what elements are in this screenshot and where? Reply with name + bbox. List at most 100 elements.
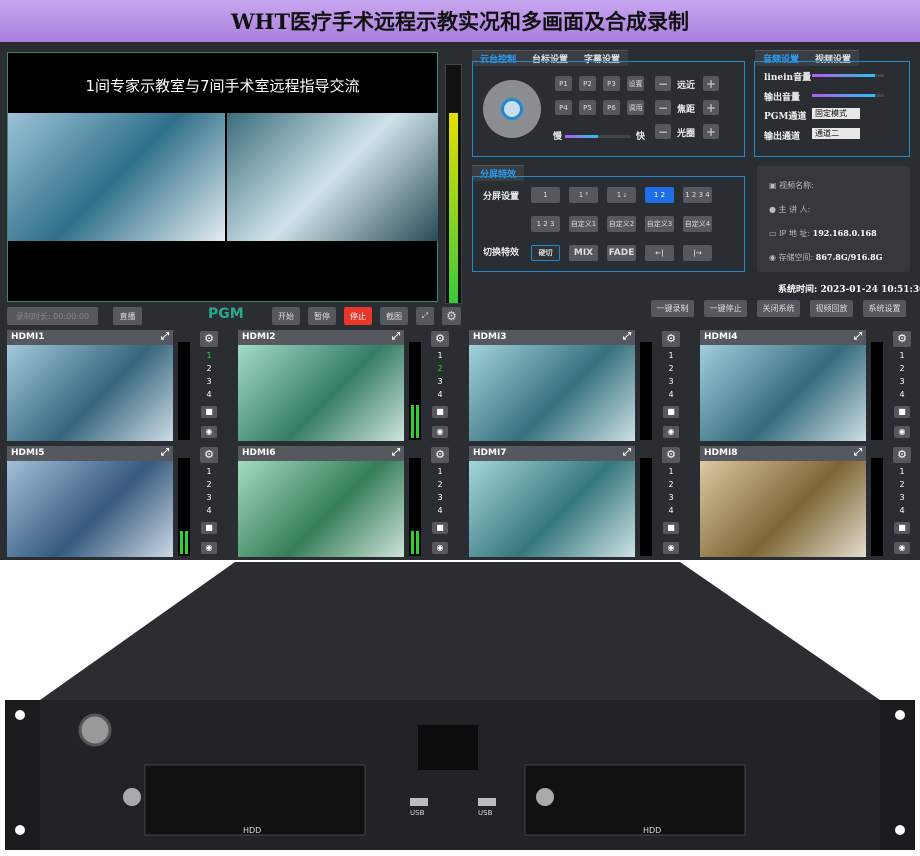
source-settings-gear-icon[interactable]: ⚙: [662, 331, 680, 347]
channel-2[interactable]: 2: [203, 480, 215, 489]
transition-button-5[interactable]: |→: [683, 245, 712, 261]
minus-icon[interactable]: −: [655, 100, 671, 115]
expand-icon[interactable]: ⤢: [854, 447, 862, 458]
speaker-icon[interactable]: ◉: [894, 426, 910, 438]
pause-button[interactable]: 暂停: [308, 307, 336, 325]
transition-button-3[interactable]: FADE: [607, 245, 636, 261]
preset-button-2[interactable]: P2: [579, 76, 596, 91]
expand-icon[interactable]: ⤢: [854, 331, 862, 342]
expand-icon[interactable]: ⤢: [161, 447, 169, 458]
channel-3[interactable]: 3: [665, 493, 677, 502]
system-button-4[interactable]: 视频回放: [810, 300, 853, 317]
record-camera-icon[interactable]: ■: [432, 406, 448, 418]
start-button[interactable]: 开始: [272, 307, 300, 325]
source-video[interactable]: [238, 461, 404, 557]
speaker-icon[interactable]: ◉: [201, 542, 217, 554]
layout-button-5[interactable]: 1 2 3 4: [683, 187, 712, 203]
channel-4[interactable]: 4: [665, 390, 677, 399]
source-video[interactable]: [700, 345, 866, 441]
expand-icon[interactable]: ⤢: [623, 331, 631, 342]
record-camera-icon[interactable]: ■: [663, 522, 679, 534]
channel-4[interactable]: 4: [203, 390, 215, 399]
source-settings-gear-icon[interactable]: ⚙: [893, 447, 911, 463]
channel-4[interactable]: 4: [434, 390, 446, 399]
channel-2[interactable]: 2: [203, 364, 215, 373]
expand-icon[interactable]: ⤢: [161, 331, 169, 342]
fullscreen-icon[interactable]: ⤢: [416, 307, 434, 325]
ptz-direction-pad[interactable]: [483, 80, 541, 138]
linein-slider[interactable]: [812, 74, 884, 77]
channel-2[interactable]: 2: [896, 480, 908, 489]
stop-button[interactable]: 停止: [344, 307, 372, 325]
transition-button-4[interactable]: ←|: [645, 245, 674, 261]
channel-2[interactable]: 2: [434, 364, 446, 373]
channel-1[interactable]: 1: [203, 351, 215, 360]
source-settings-gear-icon[interactable]: ⚙: [431, 447, 449, 463]
channel-1[interactable]: 1: [896, 351, 908, 360]
channel-4[interactable]: 4: [203, 506, 215, 515]
channel-3[interactable]: 3: [203, 377, 215, 386]
channel-1[interactable]: 1: [203, 467, 215, 476]
system-button-2[interactable]: 一键停止: [704, 300, 747, 317]
expand-icon[interactable]: ⤢: [392, 447, 400, 458]
source-video[interactable]: [238, 345, 404, 441]
layout-button-4[interactable]: 1 2: [645, 187, 674, 203]
preset-button-3[interactable]: P3: [603, 76, 620, 91]
plus-icon[interactable]: +: [703, 76, 719, 91]
channel-3[interactable]: 3: [434, 493, 446, 502]
source-settings-gear-icon[interactable]: ⚙: [200, 331, 218, 347]
source-video[interactable]: [469, 461, 635, 557]
channel-1[interactable]: 1: [434, 467, 446, 476]
channel-4[interactable]: 4: [896, 390, 908, 399]
snapshot-button[interactable]: 截图: [380, 307, 408, 325]
channel-1[interactable]: 1: [665, 351, 677, 360]
channel-3[interactable]: 3: [896, 493, 908, 502]
preset-button-8[interactable]: 调用: [627, 100, 644, 115]
minus-icon[interactable]: −: [655, 76, 671, 91]
source-settings-gear-icon[interactable]: ⚙: [431, 331, 449, 347]
channel-4[interactable]: 4: [665, 506, 677, 515]
speaker-icon[interactable]: ◉: [432, 542, 448, 554]
speaker-icon[interactable]: ◉: [663, 426, 679, 438]
channel-3[interactable]: 3: [434, 377, 446, 386]
channel-3[interactable]: 3: [896, 377, 908, 386]
channel-1[interactable]: 1: [896, 467, 908, 476]
pgm-channel-select[interactable]: 固定模式: [812, 108, 860, 119]
expand-icon[interactable]: ⤢: [623, 447, 631, 458]
record-camera-icon[interactable]: ■: [894, 522, 910, 534]
speaker-icon[interactable]: ◉: [201, 426, 217, 438]
speaker-icon[interactable]: ◉: [894, 542, 910, 554]
source-video[interactable]: [7, 345, 173, 441]
channel-1[interactable]: 1: [434, 351, 446, 360]
channel-1[interactable]: 1: [665, 467, 677, 476]
record-camera-icon[interactable]: ■: [432, 522, 448, 534]
system-button-3[interactable]: 关闭系统: [757, 300, 800, 317]
source-settings-gear-icon[interactable]: ⚙: [893, 331, 911, 347]
live-button[interactable]: 直播: [113, 307, 142, 325]
layout-button-6[interactable]: 1 2 3: [531, 216, 560, 232]
record-camera-icon[interactable]: ■: [201, 406, 217, 418]
layout-button-3[interactable]: 1 ₂: [607, 187, 636, 203]
speaker-icon[interactable]: ◉: [663, 542, 679, 554]
transition-button-2[interactable]: MIX: [569, 245, 598, 261]
channel-4[interactable]: 4: [896, 506, 908, 515]
expand-icon[interactable]: ⤢: [392, 331, 400, 342]
layout-button-9[interactable]: 自定义3: [645, 216, 674, 232]
source-video[interactable]: [700, 461, 866, 557]
record-camera-icon[interactable]: ■: [894, 406, 910, 418]
layout-button-10[interactable]: 自定义4: [683, 216, 712, 232]
layout-button-8[interactable]: 自定义2: [607, 216, 636, 232]
system-button-1[interactable]: 一键录制: [651, 300, 694, 317]
preset-button-5[interactable]: P4: [555, 100, 572, 115]
speaker-icon[interactable]: ◉: [432, 426, 448, 438]
source-settings-gear-icon[interactable]: ⚙: [662, 447, 680, 463]
channel-2[interactable]: 2: [665, 364, 677, 373]
layout-button-7[interactable]: 自定义1: [569, 216, 598, 232]
channel-2[interactable]: 2: [434, 480, 446, 489]
source-video[interactable]: [469, 345, 635, 441]
preset-button-7[interactable]: P6: [603, 100, 620, 115]
transition-button-1[interactable]: 硬切: [531, 245, 560, 261]
preset-button-6[interactable]: P5: [579, 100, 596, 115]
preset-button-1[interactable]: P1: [555, 76, 572, 91]
channel-2[interactable]: 2: [665, 480, 677, 489]
